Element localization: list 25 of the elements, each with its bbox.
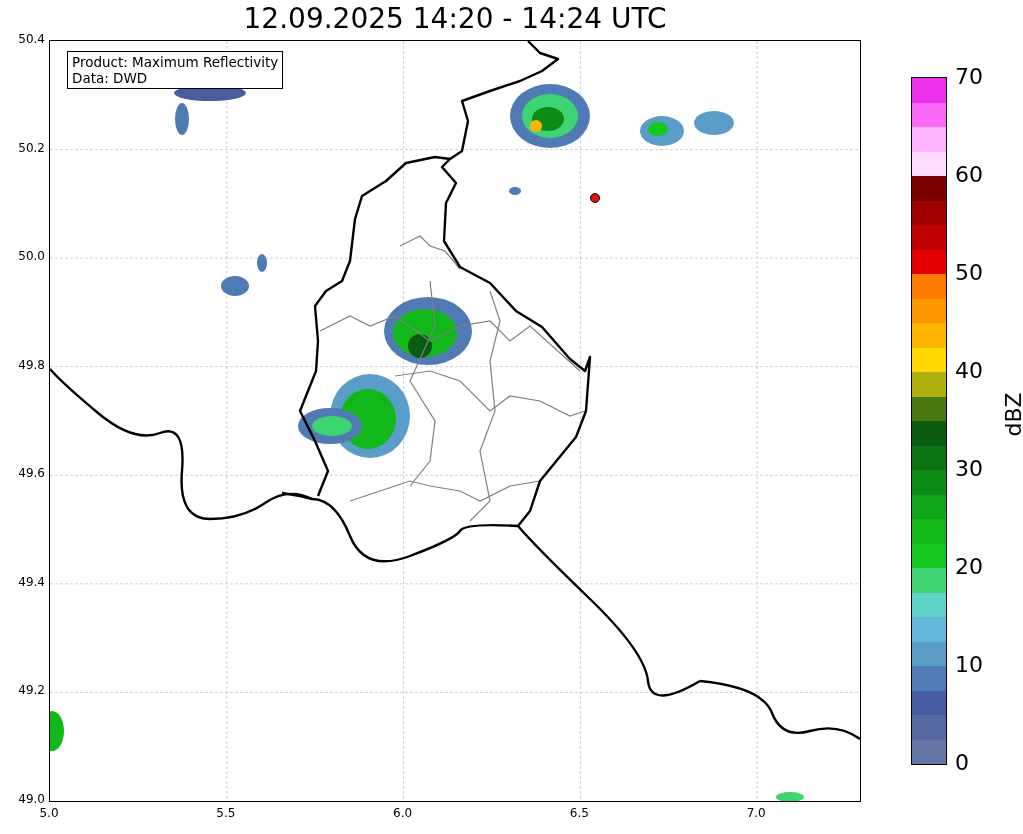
axis-tick-label: 50.2 [18, 140, 45, 155]
axis-tick-label: 5.0 [38, 806, 60, 820]
scale-tick-label: 20 [955, 553, 983, 581]
scale-tick-label: 10 [955, 651, 983, 679]
axis-tick-label: 5.5 [215, 806, 237, 820]
scale-tick-label: 50 [955, 259, 983, 287]
scale-tick-label: 30 [955, 455, 983, 483]
info-text: Data: DWD [72, 70, 149, 86]
axis-tick-label: 7.0 [745, 806, 767, 820]
scale-tick-label: 0 [955, 749, 969, 777]
axis-tick-label: 49.6 [18, 466, 45, 481]
axis-tick-label: 49.0 [18, 792, 45, 806]
info-text: Product: Maximum Reflectivity [72, 54, 279, 70]
axis-tick-label: 50.4 [18, 32, 45, 46]
scale-tick-label: 70 [955, 63, 983, 91]
scale-tick-label: 60 [955, 161, 983, 189]
axis-tick-label: 50.0 [18, 249, 45, 264]
chart-title: 12.09.2025 14:20 - 14:24 UTC [243, 2, 667, 36]
axis-tick-label: 49.4 [18, 574, 45, 589]
axis-tick-label: 6.5 [568, 806, 590, 820]
axis-tick-label: 49.8 [18, 357, 45, 372]
scale-label: dBZ [1000, 392, 1023, 437]
axis-tick-label: 6.0 [392, 806, 414, 820]
axis-tick-label: 49.2 [18, 683, 45, 698]
scale-tick-label: 40 [955, 357, 983, 385]
